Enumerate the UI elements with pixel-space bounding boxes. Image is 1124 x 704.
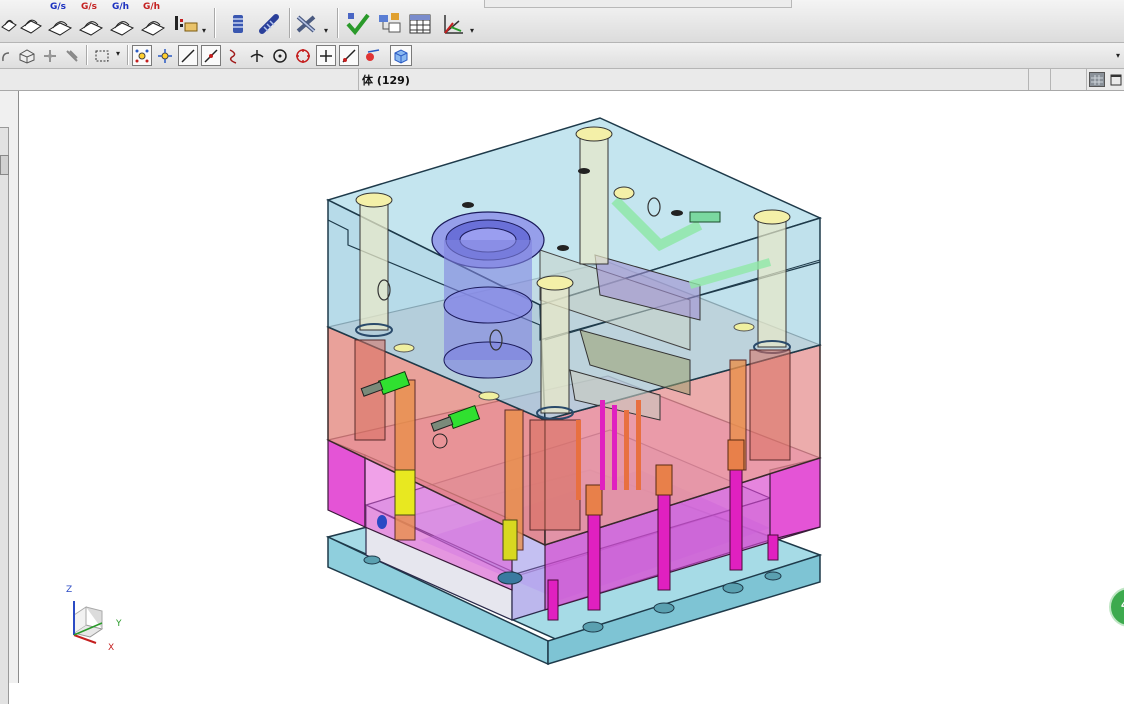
status-divider bbox=[1086, 69, 1087, 90]
axis-icon bbox=[444, 15, 463, 34]
tree-icon bbox=[379, 13, 401, 33]
snap-center-icon bbox=[158, 48, 172, 63]
intersection-icon bbox=[250, 49, 264, 62]
spring-tool-button[interactable] bbox=[226, 12, 250, 36]
continuity-label: G/h bbox=[143, 2, 161, 12]
x-axis-label: X bbox=[108, 643, 115, 653]
node-icon bbox=[44, 50, 56, 62]
toolbar-separator bbox=[86, 45, 88, 65]
snap-curve-button[interactable] bbox=[224, 45, 244, 66]
dropdown-arrow-icon[interactable]: ▾ bbox=[324, 26, 328, 35]
measure-icon bbox=[175, 16, 198, 32]
curve-icon bbox=[229, 48, 237, 64]
z-axis-label: Z bbox=[66, 585, 73, 595]
toolbar-separator bbox=[289, 8, 291, 38]
selection-status-bar: 体 (129) bbox=[0, 69, 1124, 91]
box-icon bbox=[19, 49, 35, 64]
snap-intersection-button[interactable] bbox=[247, 45, 267, 66]
coil-spring-button[interactable] bbox=[256, 12, 282, 36]
snap-points-icon bbox=[135, 49, 149, 62]
solid-select-button[interactable] bbox=[16, 46, 38, 66]
assembly-tree-button[interactable] bbox=[376, 10, 404, 38]
side-panel-tab[interactable] bbox=[0, 127, 9, 704]
tool-cross-button[interactable] bbox=[292, 12, 320, 36]
toolbar-separator bbox=[127, 45, 129, 65]
surface-continuity-icon bbox=[140, 21, 166, 36]
continuity-gs-button[interactable]: G/s bbox=[46, 2, 74, 38]
top-toolbar: G/s G/s G/h G/h ▾ ▾ ▾ bbox=[0, 0, 1124, 43]
status-divider bbox=[358, 69, 359, 90]
grid-icon bbox=[1091, 74, 1103, 85]
checkmark-icon bbox=[346, 13, 370, 36]
status-divider bbox=[1050, 69, 1051, 90]
endpoint-icon bbox=[342, 48, 356, 63]
selection-toolbar: ▾ ▾ bbox=[0, 43, 1124, 69]
snap-centers-button[interactable] bbox=[155, 45, 175, 66]
tangent-icon bbox=[366, 48, 380, 61]
surface-tool-2-button[interactable] bbox=[18, 10, 44, 36]
box-select-button[interactable] bbox=[92, 46, 112, 66]
cube-icon bbox=[394, 48, 408, 64]
surface-tool-button[interactable] bbox=[0, 10, 18, 36]
snap-circle-center-button[interactable] bbox=[270, 45, 290, 66]
render-mode-button[interactable] bbox=[1089, 72, 1105, 87]
status-divider bbox=[1028, 69, 1029, 90]
continuity-gh-button[interactable]: G/h bbox=[108, 2, 136, 38]
table-report-button[interactable] bbox=[406, 10, 434, 38]
table-icon bbox=[409, 14, 431, 34]
circle-center-icon bbox=[273, 48, 287, 63]
coil-icon bbox=[233, 15, 243, 33]
midpoint-icon bbox=[204, 48, 218, 63]
dropdown-arrow-icon[interactable]: ▾ bbox=[202, 26, 206, 35]
mold-assembly-model[interactable] bbox=[19, 91, 1124, 683]
snap-tangent-button[interactable] bbox=[362, 45, 382, 66]
title-bar-strip bbox=[484, 0, 792, 8]
continuity-gs-red-button[interactable]: G/s bbox=[77, 2, 105, 38]
continuity-label: G/s bbox=[50, 2, 67, 12]
surface-continuity-icon bbox=[109, 21, 135, 36]
undo-arrow-button[interactable] bbox=[0, 46, 12, 66]
point-select-button[interactable] bbox=[40, 46, 60, 66]
solid-view-button[interactable] bbox=[390, 45, 412, 66]
crossed-tools-icon bbox=[296, 15, 316, 33]
dropdown-arrow-icon[interactable]: ▾ bbox=[1116, 51, 1120, 60]
dropdown-arrow-icon[interactable]: ▾ bbox=[470, 26, 474, 35]
quadrant-icon bbox=[296, 48, 310, 63]
surface-icon bbox=[1, 19, 17, 32]
snap-midpoint-button[interactable] bbox=[201, 45, 221, 66]
spring-icon bbox=[259, 14, 279, 34]
check-analysis-button[interactable] bbox=[344, 10, 372, 38]
edge-select-button[interactable] bbox=[62, 46, 82, 66]
continuity-label: G/s bbox=[81, 2, 98, 12]
arc-arrow-icon bbox=[2, 52, 10, 62]
3d-viewport[interactable]: Z Y X 40 bbox=[19, 91, 1124, 683]
snap-free-button[interactable] bbox=[316, 45, 336, 66]
left-side-panel bbox=[0, 91, 19, 704]
y-axis-label: Y bbox=[116, 619, 122, 629]
axis-triad: Z Y X bbox=[62, 585, 122, 653]
sprue-bushing bbox=[431, 211, 545, 379]
toolbar-separator bbox=[337, 8, 339, 38]
edge-icon bbox=[66, 50, 78, 62]
body-count-label: 体 (129) bbox=[362, 74, 410, 87]
plus-icon bbox=[320, 49, 332, 62]
window-icon bbox=[1110, 74, 1122, 85]
surface-continuity-icon bbox=[78, 21, 104, 36]
surface-icon bbox=[20, 19, 42, 34]
snap-endpoint-button[interactable] bbox=[339, 45, 359, 66]
continuity-label: G/h bbox=[112, 2, 130, 12]
marquee-icon bbox=[95, 50, 109, 62]
measure-tool-button[interactable] bbox=[172, 12, 200, 36]
snap-line-button[interactable] bbox=[178, 45, 198, 66]
maximize-view-button[interactable] bbox=[1108, 72, 1124, 87]
continuity-gh-red-button[interactable]: G/h bbox=[139, 2, 167, 38]
dropdown-arrow-icon[interactable]: ▾ bbox=[116, 49, 120, 58]
snap-quadrant-button[interactable] bbox=[293, 45, 313, 66]
snap-points-button[interactable] bbox=[132, 45, 152, 66]
toolbar-separator bbox=[214, 8, 216, 38]
surface-continuity-icon bbox=[47, 21, 73, 36]
line-icon bbox=[181, 48, 195, 63]
coordinate-system-button[interactable] bbox=[438, 10, 468, 38]
side-scroll-handle[interactable] bbox=[0, 155, 9, 175]
